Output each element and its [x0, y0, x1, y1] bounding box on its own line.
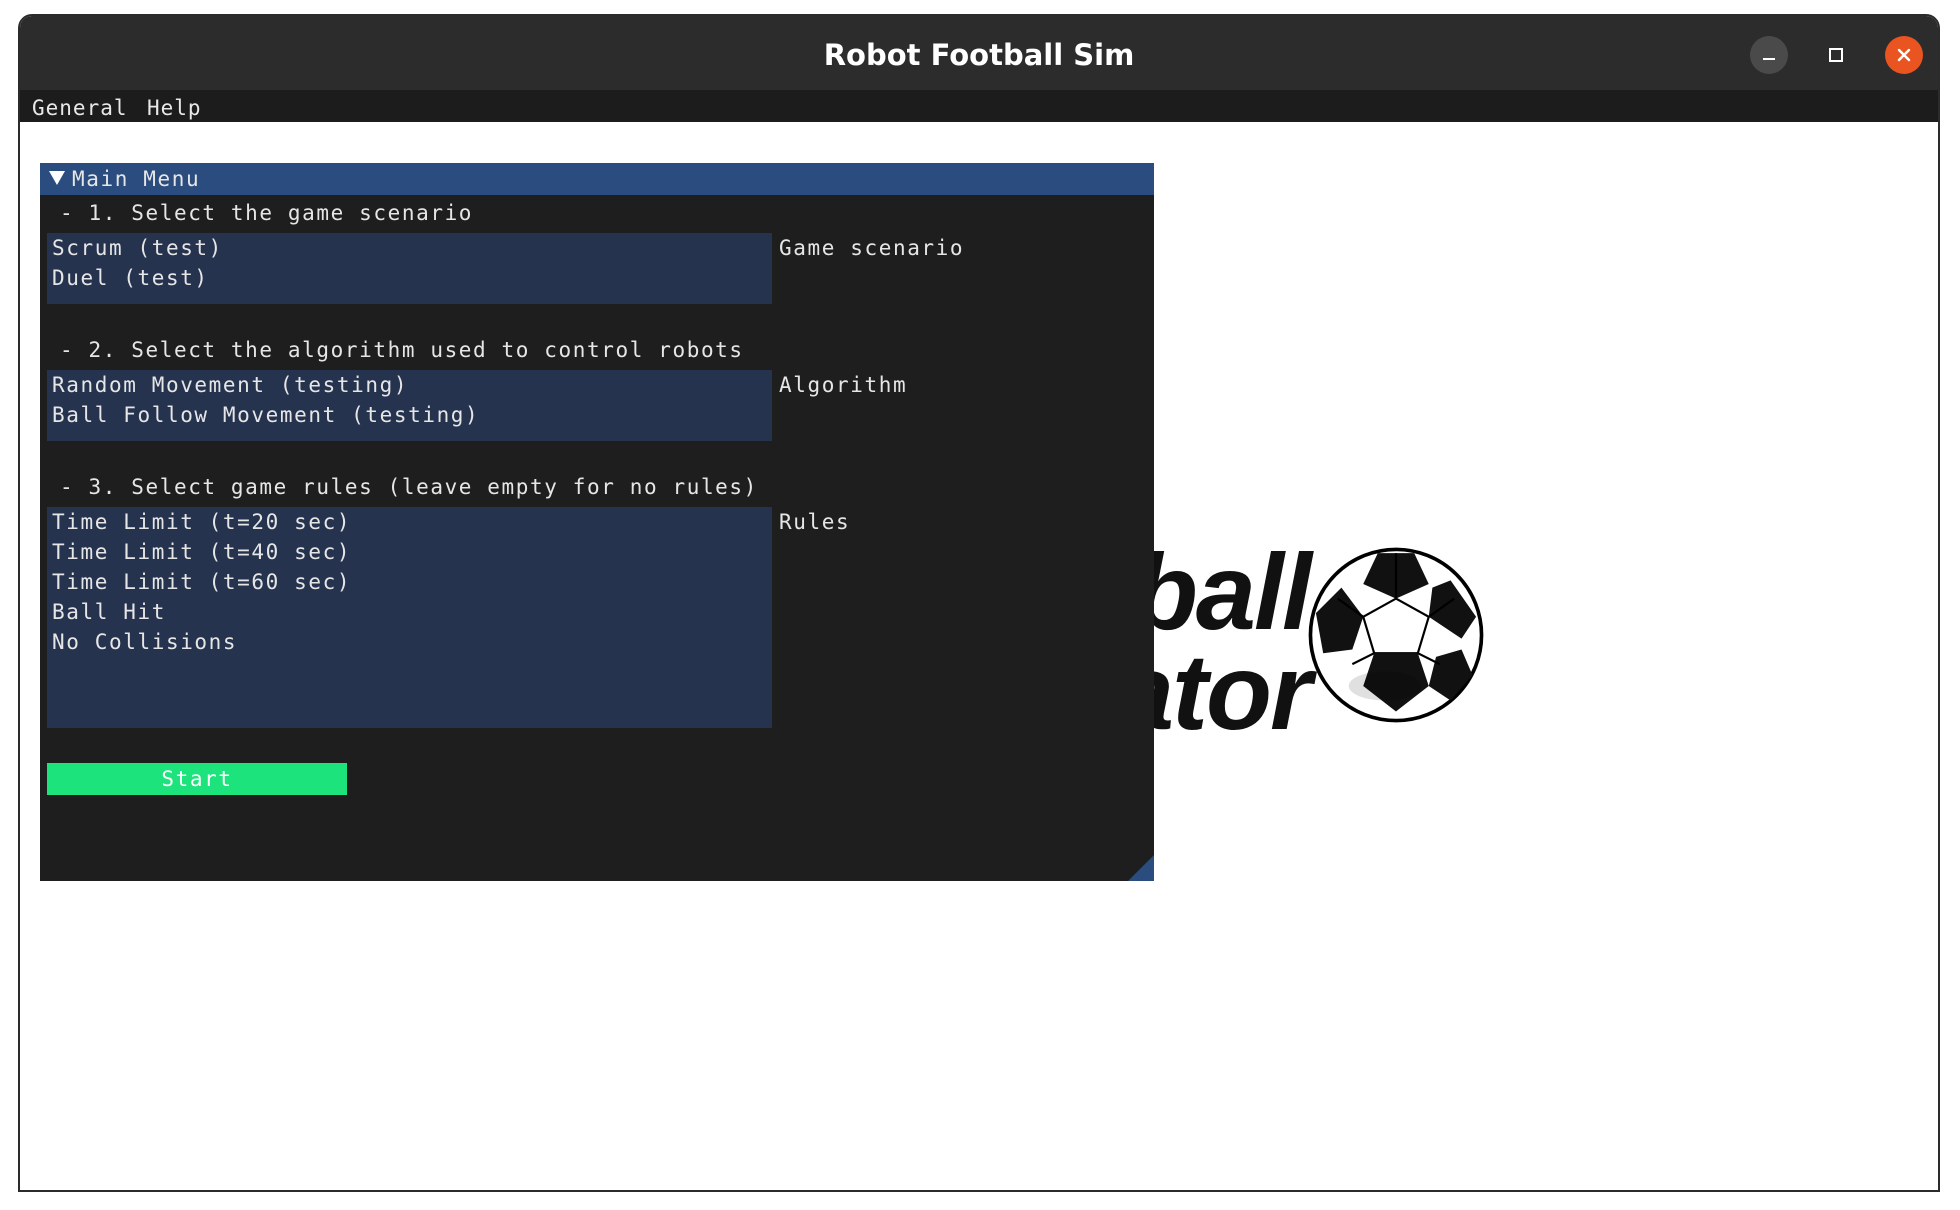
rule-option[interactable]: Ball Hit	[52, 600, 166, 624]
scenario-option[interactable]: Scrum (test)	[52, 236, 223, 260]
step1-label: - 1. Select the game scenario	[60, 201, 474, 225]
close-icon	[1897, 48, 1911, 62]
start-button[interactable]: Start	[47, 763, 347, 795]
minimize-icon	[1763, 58, 1775, 60]
algorithm-side-label: Algorithm	[779, 373, 908, 397]
rule-option[interactable]: Time Limit (t=60 sec)	[52, 570, 351, 594]
scenario-side-label: Game scenario	[779, 236, 965, 260]
collapse-triangle-icon[interactable]	[48, 170, 66, 186]
rules-side-label: Rules	[779, 510, 851, 534]
title-bar[interactable]: Robot Football Sim	[20, 16, 1938, 91]
scenario-option[interactable]: Duel (test)	[52, 266, 209, 290]
window-title: Robot Football Sim	[823, 38, 1135, 72]
main-menu-header[interactable]: Main Menu	[40, 163, 1154, 195]
algorithm-option[interactable]: Ball Follow Movement (testing)	[52, 403, 479, 427]
close-button[interactable]	[1885, 36, 1923, 74]
menu-bar: General Help	[20, 90, 1938, 122]
rule-option[interactable]: No Collisions	[52, 630, 237, 654]
algorithm-listbox[interactable]: Random Movement (testing) Ball Follow Mo…	[47, 370, 772, 441]
step3-label: - 3. Select game rules (leave empty for …	[60, 475, 758, 499]
menu-help[interactable]: Help	[147, 96, 202, 120]
menu-general[interactable]: General	[32, 96, 128, 120]
rule-option[interactable]: Time Limit (t=20 sec)	[52, 510, 351, 534]
resize-grip-icon[interactable]	[1128, 855, 1154, 881]
maximize-icon	[1829, 48, 1843, 62]
step2-label: - 2. Select the algorithm used to contro…	[60, 338, 744, 362]
minimize-button[interactable]	[1750, 36, 1788, 74]
maximize-button[interactable]	[1817, 36, 1855, 74]
app-window: Robot Football Sim General Help Robot Fo…	[18, 14, 1940, 1192]
main-canvas: Robot Football Simulator Main Menu - 1. …	[20, 122, 1938, 1190]
rule-option[interactable]: Time Limit (t=40 sec)	[52, 540, 351, 564]
rules-listbox[interactable]: Time Limit (t=20 sec) Time Limit (t=40 s…	[47, 507, 772, 728]
main-menu-panel: Main Menu - 1. Select the game scenario …	[40, 163, 1154, 881]
main-menu-title: Main Menu	[72, 167, 201, 191]
scenario-listbox[interactable]: Scrum (test) Duel (test)	[47, 233, 772, 304]
algorithm-option[interactable]: Random Movement (testing)	[52, 373, 408, 397]
soccer-ball-icon	[1308, 547, 1484, 723]
